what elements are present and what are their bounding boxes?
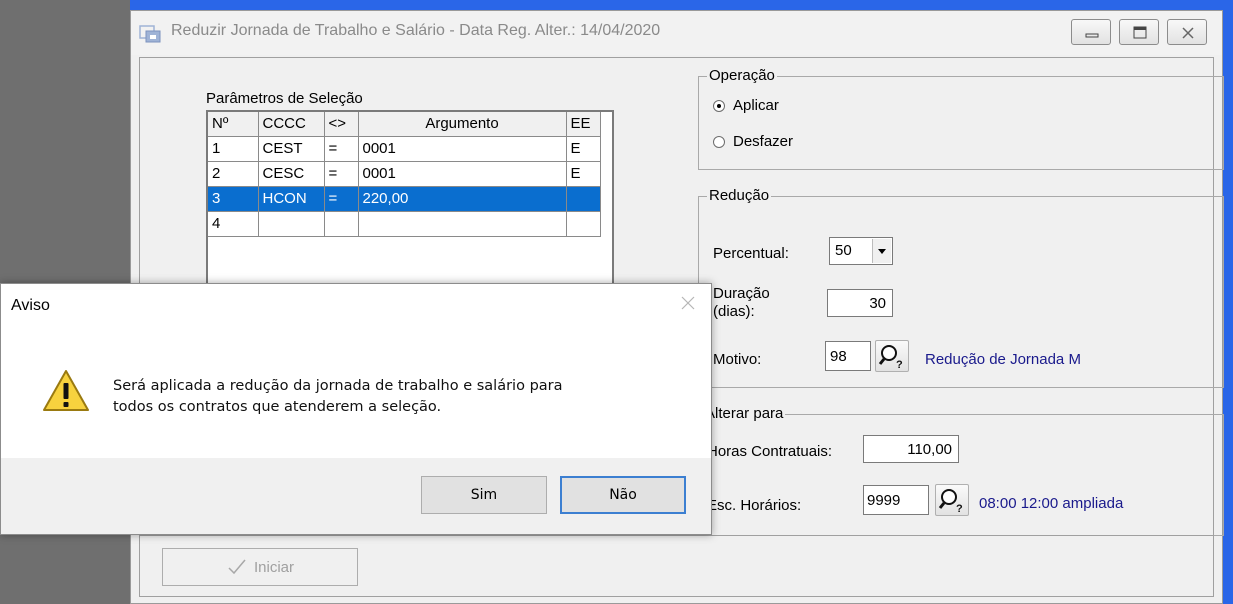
alterar-group: Alterar para Horas Contratuais: 110,00 E… xyxy=(698,405,1224,536)
cell-argumento[interactable]: 0001 xyxy=(358,136,567,162)
table-row[interactable]: 2 CESC = 0001 E xyxy=(208,161,601,187)
col-header-argumento: Argumento xyxy=(358,112,567,137)
esc-input[interactable]: 9999 xyxy=(863,485,929,515)
selection-grid[interactable]: Nº CCCC <> Argumento EE 1 CEST = 0001 E … xyxy=(206,110,614,290)
params-table: Nº CCCC <> Argumento EE 1 CEST = 0001 E … xyxy=(208,112,601,237)
duracao-label: Duração (dias): xyxy=(713,285,770,321)
table-header: Nº CCCC <> Argumento EE xyxy=(208,112,601,137)
search-icon: ? xyxy=(878,345,903,371)
cell-ee[interactable]: E xyxy=(566,161,601,187)
maximize-button[interactable] xyxy=(1119,19,1159,45)
minimize-button[interactable] xyxy=(1071,19,1111,45)
cell-num[interactable]: 2 xyxy=(208,161,259,187)
desktop-background-right xyxy=(1223,0,1233,604)
radio-aplicar[interactable]: Aplicar xyxy=(713,97,779,114)
cell-argumento[interactable]: 220,00 xyxy=(358,186,567,212)
desktop-background xyxy=(0,0,1233,10)
duracao-input[interactable]: 30 xyxy=(827,289,893,317)
horas-input[interactable]: 110,00 xyxy=(863,435,959,463)
dialog-message: Será aplicada a redução da jornada de tr… xyxy=(113,376,673,418)
cell-ee[interactable] xyxy=(566,211,601,237)
maximize-icon xyxy=(1133,26,1147,39)
duracao-label-line1: Duração xyxy=(713,285,770,302)
cell-ee[interactable] xyxy=(566,186,601,212)
motivo-lookup-button[interactable]: ? xyxy=(875,340,909,372)
percentual-label: Percentual: xyxy=(713,245,789,262)
table-row[interactable]: 4 xyxy=(208,211,601,237)
close-icon xyxy=(1182,27,1194,39)
cell-op[interactable]: = xyxy=(324,136,359,162)
col-header-num: Nº xyxy=(208,112,259,137)
table-row-selected[interactable]: 3 HCON = 220,00 xyxy=(208,186,601,212)
yes-button[interactable]: Sim xyxy=(421,476,547,514)
duracao-label-line2: (dias): xyxy=(713,303,755,320)
dialog-message-line2: todos os contratos que atenderem a seleç… xyxy=(113,399,442,415)
cell-num[interactable]: 1 xyxy=(208,136,259,162)
cell-cccc[interactable]: CEST xyxy=(258,136,325,162)
cell-argumento[interactable]: 0001 xyxy=(358,161,567,187)
radio-desfazer-label: Desfazer xyxy=(733,133,794,150)
cell-num[interactable]: 3 xyxy=(208,186,259,212)
motivo-input[interactable]: 98 xyxy=(825,341,871,371)
warning-icon xyxy=(43,370,89,411)
esc-description: 08:00 12:00 ampliada xyxy=(979,495,1124,512)
radio-unselected-icon xyxy=(713,135,725,148)
dialog-message-line1: Será aplicada a redução da jornada de tr… xyxy=(113,378,563,394)
motivo-description: Redução de Jornada M xyxy=(925,351,1081,368)
motivo-label: Motivo: xyxy=(713,351,762,368)
operacao-title: Operação xyxy=(707,67,777,84)
title-bar[interactable]: Reduzir Jornada de Trabalho e Salário - … xyxy=(131,11,1222,55)
params-label: Parâmetros de Seleção xyxy=(206,90,363,107)
cell-ee[interactable]: E xyxy=(566,136,601,162)
percentual-value: 50 xyxy=(835,242,852,259)
reducao-title: Redução xyxy=(707,187,772,204)
esc-lookup-button[interactable]: ? xyxy=(935,484,969,516)
table-row[interactable]: 1 CEST = 0001 E xyxy=(208,136,601,162)
cell-cccc[interactable]: CESC xyxy=(258,161,325,187)
svg-text:?: ? xyxy=(896,359,903,371)
search-icon: ? xyxy=(938,489,963,515)
close-icon[interactable] xyxy=(677,292,699,314)
alterar-title: Alterar para xyxy=(703,405,786,422)
cell-num[interactable]: 4 xyxy=(208,211,259,237)
checkmark-icon xyxy=(228,559,246,575)
iniciar-button[interactable]: Iniciar xyxy=(162,548,358,586)
window-title: Reduzir Jornada de Trabalho e Salário - … xyxy=(171,22,661,39)
no-button[interactable]: Não xyxy=(560,476,686,514)
radio-selected-icon xyxy=(713,99,725,112)
close-button[interactable] xyxy=(1167,19,1207,45)
cell-cccc[interactable] xyxy=(258,211,325,237)
cell-cccc[interactable]: HCON xyxy=(258,186,325,212)
operacao-group: Operação Aplicar Desfazer xyxy=(698,67,1224,170)
svg-text:?: ? xyxy=(956,503,963,515)
warning-dialog: Aviso Será aplicada a redução da jornada… xyxy=(0,283,712,535)
dialog-footer: Sim Não xyxy=(1,458,711,534)
percentual-select[interactable]: 50 xyxy=(829,237,893,265)
cell-op[interactable]: = xyxy=(324,186,359,212)
radio-aplicar-label: Aplicar xyxy=(733,97,779,114)
dialog-title: Aviso xyxy=(11,297,50,314)
cell-op[interactable]: = xyxy=(324,161,359,187)
app-icon xyxy=(139,25,161,43)
radio-desfazer[interactable]: Desfazer xyxy=(713,133,793,150)
horas-label: Horas Contratuais: xyxy=(707,443,833,460)
cell-op[interactable] xyxy=(324,211,359,237)
chevron-down-icon[interactable] xyxy=(872,239,891,263)
col-header-op: <> xyxy=(324,112,359,137)
esc-label: Esc. Horários: xyxy=(707,497,802,514)
cell-argumento[interactable] xyxy=(358,211,567,237)
action-bar: Iniciar xyxy=(139,535,1214,597)
col-header-ee: EE xyxy=(566,112,601,137)
iniciar-label: Iniciar xyxy=(253,558,294,576)
reducao-group: Redução Percentual: 50 Duração (dias): 3… xyxy=(698,187,1224,388)
minimize-icon xyxy=(1085,33,1099,38)
col-header-cccc: CCCC xyxy=(258,112,325,137)
